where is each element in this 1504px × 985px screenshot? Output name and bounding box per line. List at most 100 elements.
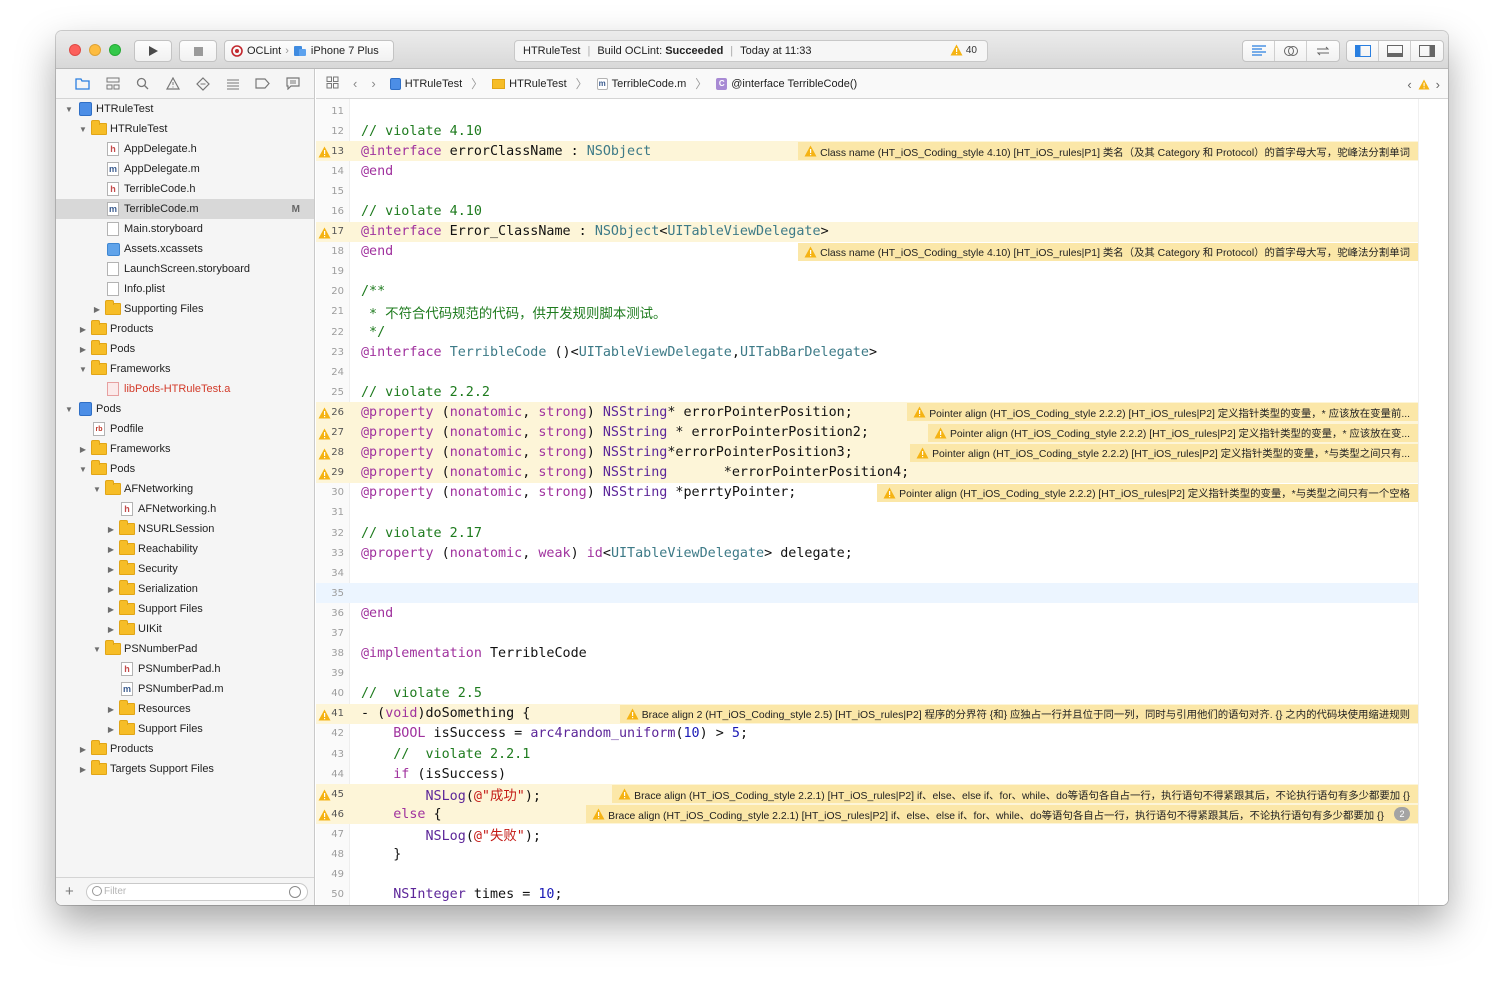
back-arrow-icon[interactable]: ‹ <box>353 76 357 91</box>
disclosure-closed-icon[interactable]: ▶ <box>106 545 116 554</box>
find-navigator-tab[interactable] <box>134 75 151 92</box>
disclosure-closed-icon[interactable]: ▶ <box>78 325 88 334</box>
breadcrumb-symbol[interactable]: @interface TerribleCode() <box>731 78 857 90</box>
disclosure-open-icon[interactable]: ▼ <box>78 125 88 134</box>
inline-issue-message[interactable]: Brace align (HT_iOS_Coding_style 2.2.1) … <box>612 785 1418 804</box>
code-line[interactable]: 20 /** <box>316 282 1418 302</box>
tree-item[interactable]: h AFNetworking.h <box>56 499 314 519</box>
debug-navigator-tab[interactable] <box>224 75 241 92</box>
tree-item[interactable]: ▼ Pods <box>56 459 314 479</box>
tree-item[interactable]: ▼ AFNetworking <box>56 479 314 499</box>
code-line[interactable]: 24 <box>316 362 1418 382</box>
code-line[interactable]: 21 * 不符合代码规范的代码，供开发规则脚本测试。 <box>316 302 1418 322</box>
code-line[interactable]: 37 <box>316 623 1418 643</box>
code-line[interactable]: 39 <box>316 664 1418 684</box>
source-control-tab[interactable] <box>104 75 121 92</box>
tree-item[interactable]: m TerribleCode.m M <box>56 199 314 219</box>
inline-issue-message[interactable]: Pointer align (HT_iOS_Coding_style 2.2.2… <box>910 443 1418 462</box>
tree-item[interactable]: ▶ Products <box>56 739 314 759</box>
tree-item[interactable]: ▶ Products <box>56 319 314 339</box>
code-line[interactable]: 26 @property (nonatomic, strong) NSString… <box>316 402 1418 423</box>
code-line[interactable]: 18 @end Class name (HT_iOS_Coding_style 4.… <box>316 242 1418 262</box>
toggle-utilities-button[interactable] <box>1411 41 1443 61</box>
tree-item[interactable]: ▼ HTRuleTest <box>56 99 314 119</box>
code-line[interactable]: 14 @end <box>316 161 1418 181</box>
code-line[interactable]: 40 // violate 2.5 <box>316 684 1418 704</box>
disclosure-closed-icon[interactable]: ▶ <box>106 525 116 534</box>
next-issue-icon[interactable]: › <box>1436 77 1440 92</box>
code-line[interactable]: 47 NSLog(@"失败"); <box>316 824 1418 845</box>
tree-item[interactable]: ▶ UIKit <box>56 619 314 639</box>
code-line[interactable]: 49 <box>316 865 1418 885</box>
standard-editor-button[interactable] <box>1243 41 1275 61</box>
inline-issue-message[interactable]: Class name (HT_iOS_Coding_style 4.10) [H… <box>798 242 1418 261</box>
editor-scroll-margin[interactable] <box>1418 99 1448 905</box>
code-line[interactable]: 50 NSInteger times = 10; <box>316 885 1418 905</box>
code-line[interactable]: 41- (void)doSomething {Brace align 2 (HT… <box>316 703 1418 724</box>
code-area[interactable]: 11 12 // violate 4.10 13 @interface errorCla… <box>316 99 1448 905</box>
code-line[interactable]: 48 } <box>316 844 1418 864</box>
assistant-editor-button[interactable] <box>1275 41 1307 61</box>
disclosure-closed-icon[interactable]: ▶ <box>78 745 88 754</box>
disclosure-closed-icon[interactable]: ▶ <box>106 565 116 574</box>
tree-item[interactable]: ▶ Serialization <box>56 579 314 599</box>
code-line[interactable]: 13 @interface errorClassName : NSObject Cl… <box>316 141 1418 162</box>
tree-item[interactable]: h PSNumberPad.h <box>56 659 314 679</box>
code-line[interactable]: 34 <box>316 563 1418 583</box>
disclosure-open-icon[interactable]: ▼ <box>78 465 88 474</box>
disclosure-open-icon[interactable]: ▼ <box>92 645 102 654</box>
test-navigator-tab[interactable] <box>194 75 211 92</box>
tree-item[interactable]: ▶ Security <box>56 559 314 579</box>
disclosure-closed-icon[interactable]: ▶ <box>106 585 116 594</box>
warning-icon[interactable] <box>1418 79 1430 90</box>
code-line[interactable]: 22 */ <box>316 322 1418 342</box>
add-file-button[interactable]: + <box>65 883 74 900</box>
disclosure-open-icon[interactable]: ▼ <box>64 105 74 114</box>
breadcrumb-project[interactable]: HTRuleTest <box>405 78 462 90</box>
zoom-window-button[interactable] <box>109 44 121 56</box>
tree-item[interactable]: ▶ Targets Support Files <box>56 759 314 779</box>
tree-item[interactable]: ▶ Supporting Files <box>56 299 314 319</box>
code-line[interactable]: 12 // violate 4.10 <box>316 121 1418 141</box>
tree-item[interactable]: h AppDelegate.h <box>56 139 314 159</box>
inline-issue-message[interactable]: Pointer align (HT_iOS_Coding_style 2.2.2… <box>877 483 1418 502</box>
close-window-button[interactable] <box>69 44 81 56</box>
run-button[interactable] <box>134 40 172 62</box>
tree-item[interactable]: m AppDelegate.m <box>56 159 314 179</box>
issue-navigator-tab[interactable] <box>164 75 181 92</box>
code-line[interactable]: 17 @interface Error_ClassName : NSObject<… <box>316 221 1418 242</box>
inline-issue-message[interactable]: Pointer align (HT_iOS_Coding_style 2.2.2… <box>907 403 1418 422</box>
minimize-window-button[interactable] <box>89 44 101 56</box>
code-line[interactable]: 46 else {Brace align (HT_iOS_Coding_styl… <box>316 804 1418 825</box>
code-line[interactable]: 19 <box>316 262 1418 282</box>
tree-item[interactable]: m PSNumberPad.m <box>56 679 314 699</box>
tree-item[interactable]: ▶ Pods <box>56 339 314 359</box>
code-line[interactable]: 36 @end <box>316 603 1418 623</box>
code-line[interactable]: 31 <box>316 503 1418 523</box>
tree-item[interactable]: LaunchScreen.storyboard <box>56 259 314 279</box>
breadcrumb-group[interactable]: HTRuleTest <box>509 78 566 90</box>
code-line[interactable]: 38 @implementation TerribleCode <box>316 644 1418 664</box>
code-line[interactable]: 28 @property (nonatomic, strong) NSString… <box>316 442 1418 463</box>
tree-item[interactable]: ▶ Resources <box>56 699 314 719</box>
filter-field[interactable]: Filter <box>86 883 308 901</box>
tree-item[interactable]: ▼ HTRuleTest <box>56 119 314 139</box>
tree-item[interactable]: ▶ Support Files <box>56 599 314 619</box>
tree-item[interactable]: ▶ NSURLSession <box>56 519 314 539</box>
disclosure-closed-icon[interactable]: ▶ <box>106 625 116 634</box>
breadcrumb-file[interactable]: TerribleCode.m <box>612 78 687 90</box>
disclosure-open-icon[interactable]: ▼ <box>78 365 88 374</box>
tree-item[interactable]: Main.storyboard <box>56 219 314 239</box>
code-line[interactable]: 44 if (isSuccess) <box>316 764 1418 784</box>
code-line[interactable]: 32 // violate 2.17 <box>316 523 1418 543</box>
inline-issue-message[interactable]: Class name (HT_iOS_Coding_style 4.10) [H… <box>798 142 1418 161</box>
tree-item[interactable]: ▶ Reachability <box>56 539 314 559</box>
code-line[interactable]: 23 @interface TerribleCode ()<UITableView… <box>316 342 1418 362</box>
toggle-navigator-button[interactable] <box>1347 41 1379 61</box>
version-editor-button[interactable] <box>1307 41 1339 61</box>
disclosure-closed-icon[interactable]: ▶ <box>106 725 116 734</box>
tree-item[interactable]: ▼ Pods <box>56 399 314 419</box>
code-line[interactable]: 45 NSLog(@"成功"); Brace align (HT_iOS_Codi… <box>316 784 1418 805</box>
tree-item[interactable]: rb Podfile <box>56 419 314 439</box>
code-line[interactable]: 33 @property (nonatomic, weak) id<UITable… <box>316 543 1418 563</box>
